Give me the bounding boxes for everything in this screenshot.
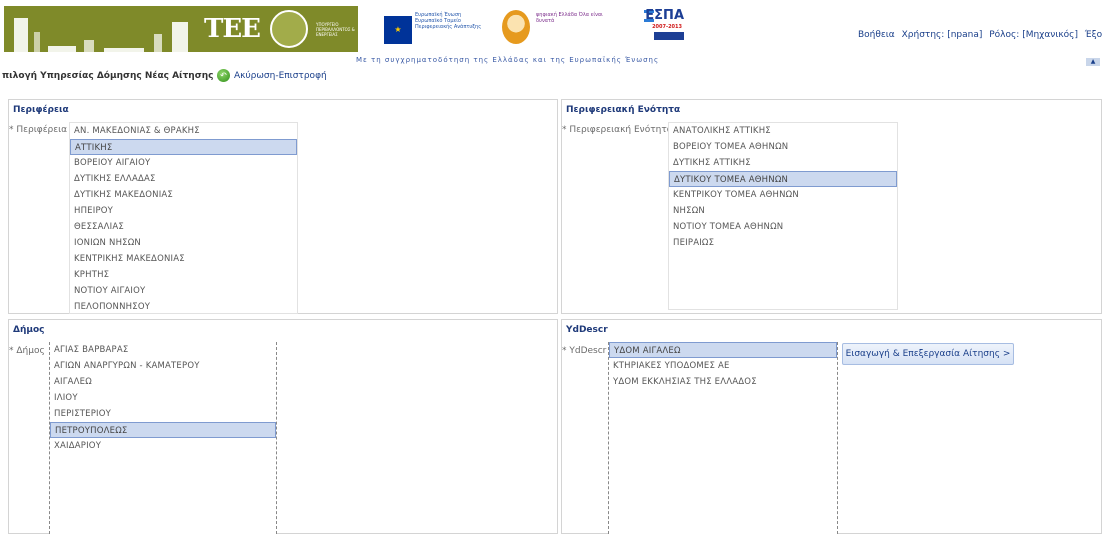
list-item[interactable]: ΒΟΡΕΙΟΥ ΤΟΜΕΑ ΑΘΗΝΩΝ	[669, 139, 897, 155]
list-item[interactable]: ΥΔΟΜ ΕΚΚΛΗΣΙΑΣ ΤΗΣ ΕΛΛΑΔΟΣ	[609, 374, 837, 390]
list-item[interactable]: ΠΕΙΡΑΙΩΣ	[669, 235, 897, 251]
list-item[interactable]: ΑΝΑΤΟΛΙΚΗΣ ΑΤΤΙΚΗΣ	[669, 123, 897, 139]
list-item[interactable]: ΑΓΙΩΝ ΑΝΑΡΓΥΡΩΝ - ΚΑΜΑΤΕΡΟΥ	[50, 358, 276, 374]
espa-years: 2007-2013	[652, 24, 682, 30]
role-info: Ρόλος: [Μηχανικός]	[989, 30, 1078, 40]
person-icon	[502, 10, 530, 44]
page-title: πιλογή Υπηρεσίας Δόμησης Νέας Αίτησης	[2, 71, 214, 81]
espa-text: ΕΣΠΑ	[645, 8, 684, 23]
green-circle-icon: ↶	[217, 69, 230, 82]
region-panel-title: Περιφέρεια	[13, 105, 69, 115]
list-item[interactable]: ΑΝ. ΜΑΚΕΔΟΝΙΑΣ & ΘΡΑΚΗΣ	[70, 123, 297, 139]
list-item[interactable]: ΠΕΛΟΠΟΝΝΗΣΟΥ	[70, 299, 297, 313]
region-field-label: * Περιφέρεια	[9, 125, 68, 135]
regional-unit-panel-title: Περιφερειακή Ενότητα	[566, 105, 681, 115]
top-links: Βοήθεια Χρήστης: [npana] Ρόλος: [Μηχανικ…	[858, 30, 1102, 40]
list-item[interactable]: ΚΕΝΤΡΙΚΟΥ ΤΟΜΕΑ ΑΘΗΝΩΝ	[669, 187, 897, 203]
list-item[interactable]: ΒΟΡΕΙΟΥ ΑΙΓΑΙΟΥ	[70, 155, 297, 171]
exit-link[interactable]: Έξοδ	[1085, 30, 1102, 40]
list-item[interactable]: ΠΕΡΙΣΤΕΡΙΟΥ	[50, 406, 276, 422]
ministry-logo-text: ΥΠΟΥΡΓΕΙΟ ΠΕΡΙΒΑΛΛΟΝΤΟΣ & ΕΝΕΡΓΕΙΑΣ	[312, 6, 358, 52]
cancel-return-label: Ακύρωση-Επιστροφή	[234, 70, 327, 81]
list-item[interactable]: ΠΕΤΡΟΥΠΟΛΕΩΣ	[50, 422, 276, 438]
tee-emblem-icon	[264, 6, 312, 52]
list-item[interactable]: ΝΗΣΩΝ	[669, 203, 897, 219]
help-link[interactable]: Βοήθεια	[858, 30, 895, 40]
list-item[interactable]: ΚΡΗΤΗΣ	[70, 267, 297, 283]
tee-logo: TEE	[200, 6, 264, 52]
list-item[interactable]: ΔΥΤΙΚΗΣ ΜΑΚΕΔΟΝΙΑΣ	[70, 187, 297, 203]
list-item[interactable]: ΑΤΤΙΚΗΣ	[70, 139, 297, 155]
submit-edit-application-button[interactable]: Εισαγωγή & Επεξεργασία Αίτησης >	[842, 343, 1014, 365]
list-item[interactable]: ΚΕΝΤΡΙΚΗΣ ΜΑΚΕΔΟΝΙΑΣ	[70, 251, 297, 267]
list-item[interactable]: ΙΟΝΙΩΝ ΝΗΣΩΝ	[70, 235, 297, 251]
list-item[interactable]: ΘΕΣΣΑΛΙΑΣ	[70, 219, 297, 235]
municipality-panel-title: Δήμος	[13, 325, 45, 335]
region-panel: Περιφέρεια * Περιφέρεια ΑΝ. ΜΑΚΕΔΟΝΙΑΣ &…	[8, 99, 558, 314]
city-skyline-logo	[4, 6, 200, 52]
region-listbox[interactable]: ΑΝ. ΜΑΚΕΔΟΝΙΑΣ & ΘΡΑΚΗΣ ΑΤΤΙΚΗΣ ΒΟΡΕΙΟΥ ΑΙ…	[69, 122, 298, 314]
eu-flag-icon: ★	[384, 16, 412, 44]
ydom-field-label: * YdDescr	[562, 346, 607, 356]
list-item[interactable]: ΑΙΓΑΛΕΩ	[50, 374, 276, 390]
list-item[interactable]: ΚΤΗΡΙΑΚΕΣ ΥΠΟΔΟΜΕΣ ΑΕ	[609, 358, 837, 374]
list-item[interactable]: ΑΓΙΑΣ ΒΑΡΒΑΡΑΣ	[50, 342, 276, 358]
regional-unit-field-label: * Περιφερειακή Ενότητα	[562, 125, 673, 135]
digital-greece-text: ψηφιακή Ελλάδα Όλα είναι δυνατά	[536, 12, 603, 24]
cancel-return-link[interactable]: ↶ Ακύρωση-Επιστροφή	[217, 69, 327, 82]
collapse-up-icon[interactable]: ▲	[1086, 58, 1100, 66]
list-item[interactable]: ΝΟΤΙΟΥ ΑΙΓΑΙΟΥ	[70, 283, 297, 299]
municipality-panel: Δήμος * Δήμος ΑΓΙΑΣ ΒΑΡΒΑΡΑΣ ΑΓΙΩΝ ΑΝΑΡΓΥ…	[8, 319, 558, 534]
list-item[interactable]: ΔΥΤΙΚΗΣ ΕΛΛΑΔΑΣ	[70, 171, 297, 187]
municipality-field-label: * Δήμος	[9, 346, 45, 356]
regional-unit-panel: Περιφερειακή Ενότητα * Περιφερειακή Ενότ…	[561, 99, 1102, 314]
espa-logo: ΕΣΠΑ 2007-2013	[644, 8, 684, 50]
list-item[interactable]: ΧΑΙΔΑΡΙΟΥ	[50, 438, 276, 454]
ydom-listbox[interactable]: ΥΔΟΜ ΑΙΓΑΛΕΩ ΚΤΗΡΙΑΚΕΣ ΥΠΟΔΟΜΕΣ ΑΕ ΥΔΟΜ ΕΚ…	[608, 342, 838, 534]
ydom-panel: YdDescr * YdDescr ΥΔΟΜ ΑΙΓΑΛΕΩ ΚΤΗΡΙΑΚΕΣ …	[561, 319, 1102, 534]
list-item[interactable]: ΔΥΤΙΚΗΣ ΑΤΤΙΚΗΣ	[669, 155, 897, 171]
list-item[interactable]: ΙΛΙΟΥ	[50, 390, 276, 406]
ydom-panel-title: YdDescr	[566, 325, 608, 335]
municipality-listbox[interactable]: ΑΓΙΑΣ ΒΑΡΒΑΡΑΣ ΑΓΙΩΝ ΑΝΑΡΓΥΡΩΝ - ΚΑΜΑΤΕΡΟ…	[49, 342, 277, 534]
list-item[interactable]: ΝΟΤΙΟΥ ΤΟΜΕΑ ΑΘΗΝΩΝ	[669, 219, 897, 235]
list-item[interactable]: ΗΠΕΙΡΟΥ	[70, 203, 297, 219]
cofund-text: Με τη συγχρηματοδότηση της Ελλάδας και τ…	[356, 56, 660, 64]
eu-logo-text: Ευρωπαϊκή Ένωση Ευρωπαϊκό Ταμείο Περιφερ…	[415, 12, 482, 30]
list-item[interactable]: ΔΥΤΙΚΟΥ ΤΟΜΕΑ ΑΘΗΝΩΝ	[669, 171, 897, 187]
list-item[interactable]: ΥΔΟΜ ΑΙΓΑΛΕΩ	[609, 342, 837, 358]
regional-unit-listbox[interactable]: ΑΝΑΤΟΛΙΚΗΣ ΑΤΤΙΚΗΣ ΒΟΡΕΙΟΥ ΤΟΜΕΑ ΑΘΗΝΩΝ ΔΥ…	[668, 122, 898, 310]
header-banner: TEE ΥΠΟΥΡΓΕΙΟ ΠΕΡΙΒΑΛΛΟΝΤΟΣ & ΕΝΕΡΓΕΙΑΣ …	[4, 4, 686, 64]
user-info: Χρήστης: [npana]	[901, 30, 983, 40]
